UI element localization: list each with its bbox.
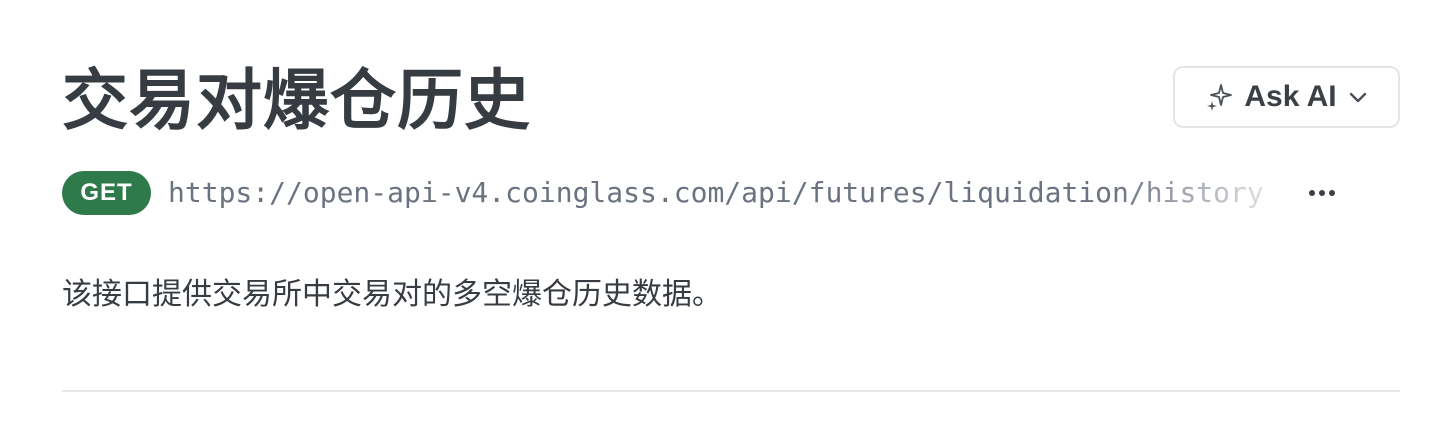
sparkle-icon — [1207, 84, 1233, 111]
ask-ai-button[interactable]: Ask AI — [1173, 66, 1400, 128]
more-options-button[interactable] — [1304, 171, 1340, 215]
more-icon — [1309, 190, 1335, 196]
page-title: 交易对爆仓历史 — [62, 63, 531, 137]
chevron-down-icon[interactable] — [1347, 86, 1369, 108]
endpoint-row: GET https://open-api-v4.coinglass.com/ap… — [62, 171, 1400, 217]
endpoint-url[interactable]: https://open-api-v4.coinglass.com/api/fu… — [168, 176, 1264, 209]
http-method-badge: GET — [62, 171, 151, 215]
section-divider — [62, 390, 1400, 392]
ask-ai-label: Ask AI — [1244, 80, 1337, 113]
page-description: 该接口提供交易所中交易对的多空爆仓历史数据。 — [62, 278, 722, 311]
page-header: 交易对爆仓历史 Ask AI — [62, 62, 1400, 138]
endpoint-url-container[interactable]: https://open-api-v4.coinglass.com/api/fu… — [168, 171, 1280, 215]
